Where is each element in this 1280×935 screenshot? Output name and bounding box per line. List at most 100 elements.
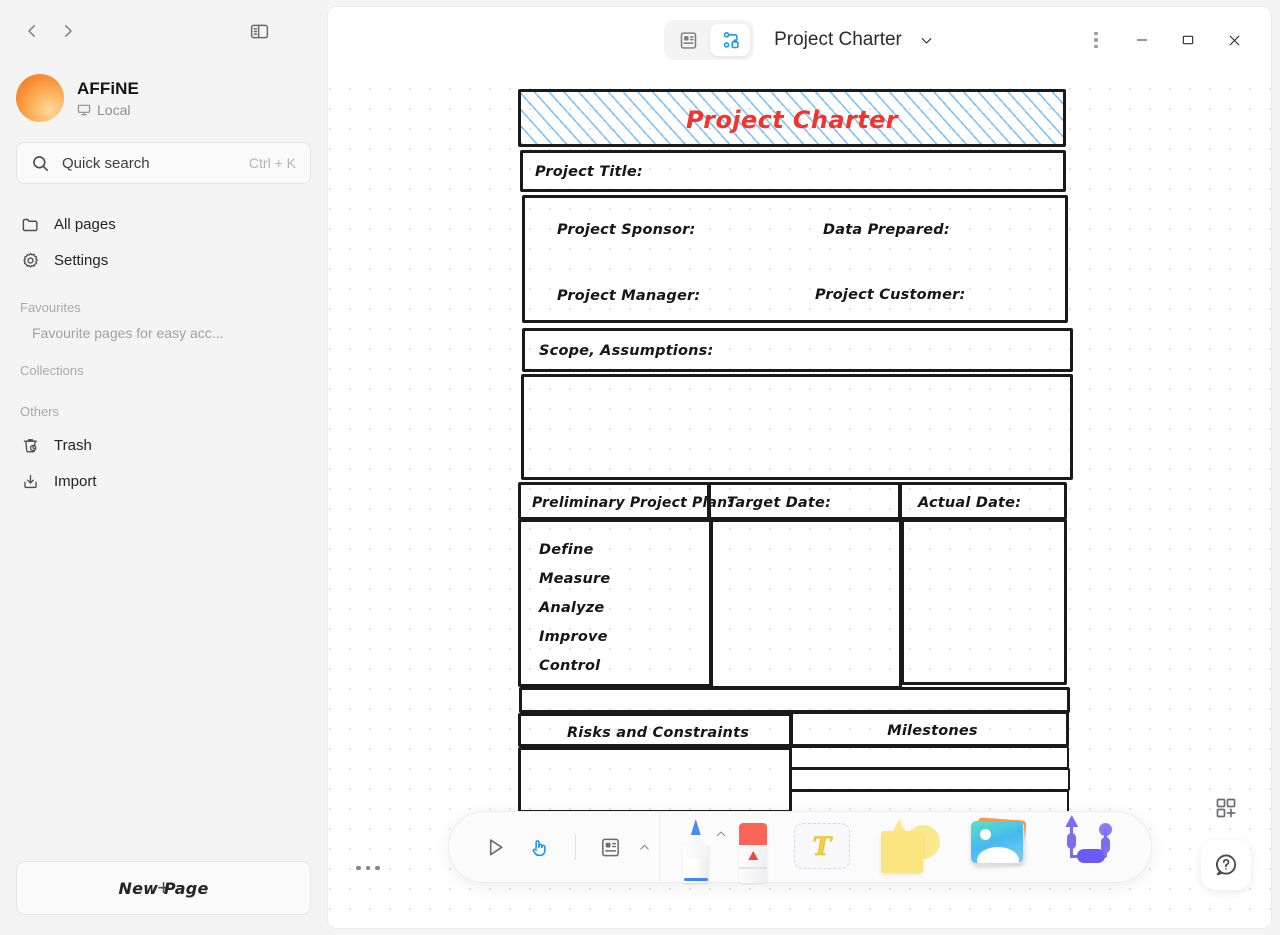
charter-scope-header-box[interactable]: Scope, Assumptions: (522, 328, 1073, 372)
tab-page-mode[interactable] (668, 24, 708, 56)
sidebar-item-all-pages[interactable]: All pages (12, 206, 315, 242)
window-controls (1073, 7, 1257, 73)
charter-target-date-header-box[interactable]: Target Date: (708, 482, 901, 520)
sidebar-header (0, 0, 327, 62)
toolbar-divider-small (574, 834, 576, 860)
dmaic-item-measure: Measure (539, 571, 611, 587)
quick-search-button[interactable]: Quick search Ctrl + K (16, 142, 311, 184)
field-label-data-prepared: Data Prepared: (823, 222, 950, 238)
field-label-target-date: Target Date: (727, 495, 832, 511)
hand-tool-button[interactable] (521, 828, 559, 866)
charter-risks-header-box[interactable]: Risks and Constraints (518, 713, 792, 747)
image-icon (969, 817, 1031, 871)
charter-milestone-row-1[interactable] (790, 746, 1069, 769)
dmaic-item-control: Control (539, 658, 601, 674)
minimize-button[interactable] (1119, 20, 1165, 60)
field-label-milestones: Milestones (887, 723, 978, 739)
nav-forward-button[interactable] (52, 15, 84, 47)
charter-plan-header-box[interactable]: Preliminary Project Plan: (518, 482, 733, 520)
note-tool-button[interactable] (592, 828, 630, 866)
search-icon (33, 155, 49, 171)
sidebar-toggle-icon (250, 24, 268, 38)
select-tool-button[interactable] (477, 828, 515, 866)
charter-project-title-box[interactable]: Project Title: (520, 150, 1066, 192)
charter-milestones-header-box[interactable]: Milestones (790, 711, 1069, 747)
gear-icon (20, 251, 40, 270)
trash-icon (20, 436, 40, 455)
dmaic-item-analyze: Analyze (539, 600, 605, 616)
workspace-selector[interactable]: AFFiNE Local (0, 68, 327, 122)
toolbar-right-group: T (668, 811, 1151, 883)
charter-actual-date-body-box[interactable] (901, 519, 1067, 685)
shape-tool-button[interactable] (876, 811, 942, 883)
charter-risks-body-box[interactable] (518, 747, 792, 813)
shapes-icon (876, 817, 942, 875)
quick-search-label: Quick search (62, 154, 150, 172)
quick-search-shortcut: Ctrl + K (248, 155, 296, 171)
connector-tool-button[interactable] (1057, 811, 1119, 883)
pen-tool-button[interactable] (679, 811, 725, 883)
text-tool-glyph: T (812, 831, 832, 861)
chevron-up-icon (716, 831, 725, 836)
charter-actual-date-header-box[interactable]: Actual Date: (899, 482, 1067, 520)
sidebar-item-label: All pages (54, 215, 116, 233)
add-template-button[interactable] (1206, 788, 1246, 828)
image-tool-button[interactable] (969, 811, 1031, 883)
doc-title-button[interactable]: Project Charter (774, 29, 935, 51)
zoom-bar-toggle-icon (356, 865, 361, 870)
sidebar-others-nav: Trash Import (0, 427, 327, 499)
charter-dmaic-box[interactable]: Define Measure Analyze Improve Control (518, 519, 712, 687)
minimize-icon (1136, 39, 1148, 41)
new-page-button[interactable]: + New Page (16, 861, 311, 915)
edgeless-canvas[interactable]: Project Charter Project Title: Project S… (328, 73, 1271, 928)
main-area: Project Charter Project Charter Project … (327, 0, 1280, 935)
field-label-project-customer: Project Customer: (815, 287, 966, 303)
field-label-project-sponsor: Project Sponsor: (557, 222, 696, 238)
help-question-icon (1216, 854, 1237, 876)
charter-sponsor-box[interactable]: Project Sponsor: Data Prepared: Project … (522, 195, 1068, 323)
note-icon (602, 838, 619, 856)
sidebar-item-trash[interactable]: Trash (12, 427, 315, 463)
more-options-button[interactable] (1073, 20, 1119, 60)
field-label-scope-assumptions: Scope, Assumptions: (539, 343, 714, 359)
new-page-label: New Page (118, 878, 209, 898)
maximize-button[interactable] (1165, 20, 1211, 60)
tab-edgeless-mode[interactable] (710, 24, 751, 56)
maximize-icon (1182, 35, 1194, 45)
cursor-arrow-icon (489, 838, 503, 855)
field-label-project-manager: Project Manager: (557, 288, 701, 304)
help-button[interactable] (1201, 840, 1251, 890)
add-template-icon (1216, 798, 1236, 818)
more-vertical-icon (1094, 32, 1098, 48)
sidebar-item-import[interactable]: Import (12, 463, 315, 499)
mode-switcher (664, 20, 755, 60)
charter-scope-body-box[interactable] (521, 374, 1073, 480)
eraser-tool-button[interactable] (739, 811, 768, 883)
charter-milestone-row-2[interactable] (790, 768, 1070, 791)
chevron-left-icon (28, 25, 35, 37)
close-icon (1229, 35, 1239, 45)
workspace-sync-status: Local (77, 102, 139, 118)
charter-milestone-row-3[interactable] (790, 790, 1069, 813)
text-tool-button[interactable]: T (793, 811, 850, 883)
chevron-down-icon (918, 32, 935, 49)
charter-spacer-strip[interactable] (519, 687, 1070, 713)
field-label-project-title: Project Title: (535, 164, 643, 180)
sidebar-primary-nav: All pages Settings (0, 206, 327, 278)
sidebar: AFFiNE Local Quick search Ctrl + K All p… (0, 0, 327, 935)
canvas-float-buttons (1201, 788, 1251, 890)
nav-back-button[interactable] (16, 15, 48, 47)
pen-icon (679, 817, 725, 883)
sidebar-collapse-button[interactable] (243, 15, 275, 47)
sidebar-item-settings[interactable]: Settings (12, 242, 315, 278)
zoom-bar-toggle[interactable] (356, 865, 380, 870)
charter-title-banner[interactable]: Project Charter (518, 89, 1066, 147)
project-charter-template[interactable]: Project Charter Project Title: Project S… (518, 83, 1073, 823)
close-button[interactable] (1211, 20, 1257, 60)
note-options-chevron[interactable] (638, 841, 651, 854)
charter-target-date-body-box[interactable] (710, 519, 902, 689)
pen-options-chevron[interactable] (715, 827, 727, 845)
sidebar-item-label: Settings (54, 251, 109, 269)
workspace-text: AFFiNE Local (77, 79, 139, 118)
sidebar-item-label: Import (54, 472, 97, 490)
